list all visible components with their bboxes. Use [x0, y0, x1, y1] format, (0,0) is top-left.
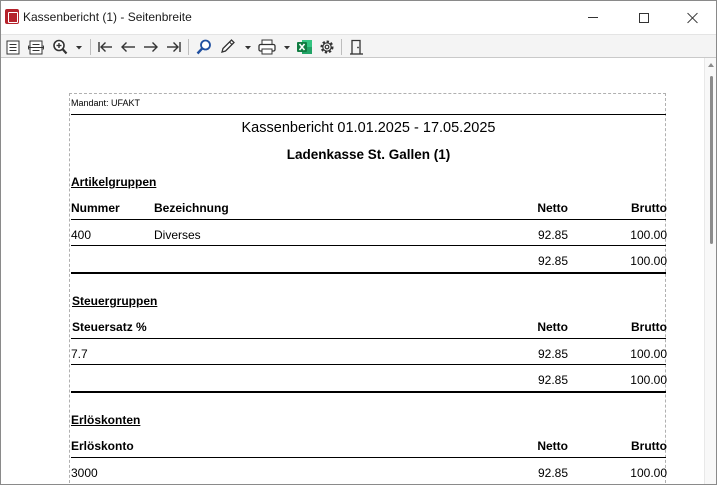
previous-page-button[interactable]	[118, 38, 138, 56]
toolbar-separator	[188, 39, 189, 55]
scrollbar-thumb[interactable]	[710, 76, 713, 244]
first-page-icon	[98, 42, 112, 52]
cell-brutto: 100.00	[630, 466, 667, 480]
section-heading-erloeskonten: Erlöskonten	[71, 413, 141, 427]
total-netto: 92.85	[537, 373, 568, 387]
page-view-button[interactable]	[4, 38, 22, 56]
excel-icon	[296, 40, 312, 54]
exit-button[interactable]	[347, 38, 367, 56]
cell-nummer: 400	[71, 228, 92, 242]
title-bar: Kassenbericht (1) - Seitenbreite	[1, 1, 716, 34]
maximize-icon	[639, 12, 649, 23]
last-page-icon	[167, 42, 181, 52]
first-page-button[interactable]	[95, 38, 115, 56]
report-viewport[interactable]: Mandant: UFAKT Kassenbericht 01.01.2025 …	[2, 58, 705, 484]
mandant-label: Mandant: UFAKT	[71, 98, 141, 108]
cell-brutto: 100.00	[630, 347, 667, 361]
table-header-rule	[71, 338, 666, 339]
report-title: Kassenbericht 01.01.2025 - 17.05.2025	[241, 120, 496, 136]
column-header-brutto: Brutto	[631, 320, 667, 334]
cell-steuersatz: 7.7	[71, 347, 88, 361]
total-netto: 92.85	[537, 254, 568, 268]
cell-netto: 92.85	[537, 466, 568, 480]
table-header-rule	[71, 219, 666, 220]
column-header-erloeskonto: Erlöskonto	[71, 439, 134, 453]
section-heading-steuergruppen: Steuergruppen	[72, 294, 158, 308]
zoom-dropdown[interactable]	[50, 38, 86, 56]
total-brutto: 100.00	[630, 373, 667, 387]
cell-erloeskonto: 3000	[71, 466, 98, 480]
row-rule	[71, 245, 666, 246]
edit-dropdown[interactable]	[218, 38, 254, 56]
toolbar	[1, 34, 716, 58]
column-header-brutto: Brutto	[631, 201, 667, 215]
print-dropdown[interactable]	[257, 38, 293, 56]
report-page: Mandant: UFAKT Kassenbericht 01.01.2025 …	[69, 93, 667, 484]
edit-pen-icon	[221, 39, 251, 53]
exit-door-icon	[350, 39, 363, 55]
cell-brutto: 100.00	[630, 228, 667, 242]
table-header-rule	[71, 457, 666, 458]
scroll-up-arrow-icon[interactable]	[708, 63, 714, 67]
column-header-nummer: Nummer	[71, 201, 120, 215]
app-icon	[5, 9, 19, 24]
column-header-netto: Netto	[537, 320, 568, 334]
minimize-button[interactable]	[570, 1, 616, 34]
report-preview-window: Kassenbericht (1) - Seitenbreite Mandant…	[0, 0, 717, 485]
window-title: Kassenbericht (1) - Seitenbreite	[23, 10, 192, 24]
cell-netto: 92.85	[537, 347, 568, 361]
close-button[interactable]	[670, 1, 716, 34]
column-header-brutto: Brutto	[631, 439, 667, 453]
page-width-button[interactable]	[26, 38, 46, 56]
column-header-netto: Netto	[537, 439, 568, 453]
zoom-icon	[53, 39, 82, 55]
column-header-bezeichnung: Bezeichnung	[154, 201, 229, 215]
print-icon	[258, 39, 290, 55]
section-end-rule	[71, 272, 666, 274]
total-brutto: 100.00	[630, 254, 667, 268]
toolbar-separator	[90, 39, 91, 55]
minimize-icon	[588, 17, 598, 18]
settings-icon	[320, 40, 334, 54]
section-end-rule	[71, 391, 666, 393]
cell-bezeichnung: Diverses	[154, 228, 201, 242]
column-header-netto: Netto	[537, 201, 568, 215]
next-page-button[interactable]	[141, 38, 161, 56]
toolbar-separator	[341, 39, 342, 55]
column-header-steuersatz: Steuersatz %	[72, 320, 147, 334]
last-page-button[interactable]	[164, 38, 184, 56]
cell-netto: 92.85	[537, 228, 568, 242]
section-heading-artikelgruppen: Artikelgruppen	[71, 175, 157, 189]
vertical-scrollbar[interactable]	[704, 58, 716, 484]
excel-export-button[interactable]	[295, 38, 313, 56]
search-icon	[196, 39, 211, 55]
header-rule	[71, 114, 666, 115]
next-page-icon	[144, 42, 158, 52]
row-rule	[71, 364, 666, 365]
report-subtitle: Ladenkasse St. Gallen (1)	[286, 147, 451, 162]
page-width-icon	[28, 40, 44, 54]
close-icon	[687, 12, 699, 24]
search-button[interactable]	[194, 38, 214, 56]
page-view-icon	[6, 40, 20, 54]
maximize-button[interactable]	[621, 1, 667, 34]
settings-button[interactable]	[317, 38, 337, 56]
previous-page-icon	[121, 42, 135, 52]
